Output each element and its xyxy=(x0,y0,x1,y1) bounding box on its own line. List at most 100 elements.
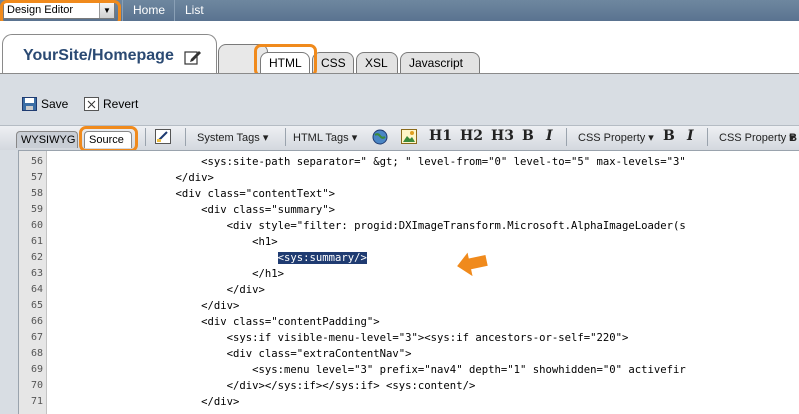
bold-button-2[interactable]: B xyxy=(663,128,675,144)
style-icon[interactable] xyxy=(155,129,171,144)
line-number: 64 xyxy=(30,284,43,295)
code-text-content: </h1> xyxy=(48,268,284,280)
toolbar-divider xyxy=(285,128,286,146)
nav-list[interactable]: List xyxy=(174,0,222,21)
code-text-content: <div style="filter: progid:DXImageTransf… xyxy=(48,220,686,232)
tab-html[interactable]: HTML xyxy=(260,52,310,74)
line-number: 70 xyxy=(30,380,43,391)
system-tags-label: System Tags xyxy=(197,132,260,144)
bold-button-3[interactable]: B xyxy=(789,130,797,146)
line-number: 59 xyxy=(30,204,43,215)
code-text-content: <div class="summary"> xyxy=(48,204,336,216)
line-number: 67 xyxy=(30,332,43,343)
code-line[interactable]: 59 <div class="summary"> xyxy=(19,202,799,218)
code-text: <sys:summary/> xyxy=(48,250,367,266)
image-icon[interactable] xyxy=(401,129,417,144)
italic-button[interactable]: I xyxy=(546,128,553,144)
code-text-content: <sys:site-path separator=" &gt; " level-… xyxy=(48,156,686,168)
left-strip xyxy=(0,150,18,413)
code-text-content: <h1> xyxy=(48,236,278,248)
tab-xsl[interactable]: XSL xyxy=(356,52,398,74)
heading1-button[interactable]: H1 xyxy=(429,128,452,144)
code-text-content: <sys:menu level="3" prefix="nav4" depth=… xyxy=(48,364,686,376)
line-number: 58 xyxy=(30,188,43,199)
edit-icon[interactable] xyxy=(184,49,202,65)
code-line[interactable]: 70 </div></sys:if></sys:if> <sys:content… xyxy=(19,378,799,394)
toolbar-divider xyxy=(566,128,567,146)
heading2-button[interactable]: H2 xyxy=(460,128,483,144)
code-text-content: </div> xyxy=(48,172,214,184)
code-line[interactable]: 61 <h1> xyxy=(19,234,799,250)
page-tab[interactable]: YourSite/Homepage xyxy=(2,34,217,74)
source-code-editor[interactable]: 56 <sys:site-path separator=" &gt; " lev… xyxy=(18,150,799,414)
save-button[interactable]: Save xyxy=(22,97,68,111)
tab-source[interactable]: Source xyxy=(84,131,132,148)
globe-icon[interactable] xyxy=(372,129,388,145)
code-line[interactable]: 65 </div> xyxy=(19,298,799,314)
code-line[interactable]: 62 <sys:summary/> xyxy=(19,250,799,266)
html-tags-dropdown[interactable]: HTML Tags ▾ xyxy=(293,130,357,146)
code-text: <div class="summary"> xyxy=(48,202,335,218)
code-line[interactable]: 66 <div class="contentPadding"> xyxy=(19,314,799,330)
code-text-content: </div></sys:if></sys:if> <sys:content/> xyxy=(48,380,476,392)
code-text: <sys:site-path separator=" &gt; " level-… xyxy=(48,154,686,170)
nav-home[interactable]: Home xyxy=(122,0,174,21)
revert-icon xyxy=(84,97,99,111)
save-label: Save xyxy=(41,97,69,111)
code-text: </div> xyxy=(48,394,239,410)
code-text-content xyxy=(48,252,278,264)
line-number: 63 xyxy=(30,268,43,279)
toolbar-divider xyxy=(145,128,146,146)
italic-button-2[interactable]: I xyxy=(687,128,694,144)
code-line[interactable]: 58 <div class="contentText"> xyxy=(19,186,799,202)
code-text: <div style="filter: progid:DXImageTransf… xyxy=(48,218,686,234)
code-text: </h1> xyxy=(48,266,284,282)
code-text-content: <div class="contentPadding"> xyxy=(48,316,380,328)
tab-wysiwyg[interactable]: WYSIWYG xyxy=(16,131,78,148)
line-number: 60 xyxy=(30,220,43,231)
selected-code[interactable]: <sys:summary/> xyxy=(277,252,367,264)
code-line[interactable]: 63 </h1> xyxy=(19,266,799,282)
code-text-content: <div class="contentText"> xyxy=(48,188,336,200)
bold-button[interactable]: B xyxy=(522,128,534,144)
tab-javascript[interactable]: Javascript xyxy=(400,52,480,74)
revert-button[interactable]: Revert xyxy=(84,97,138,111)
code-line[interactable]: 57 </div> xyxy=(19,170,799,186)
code-line[interactable]: 69 <sys:menu level="3" prefix="nav4" dep… xyxy=(19,362,799,378)
code-text-content: <sys:if visible-menu-level="3"><sys:if a… xyxy=(48,332,629,344)
line-number: 65 xyxy=(30,300,43,311)
code-text: <div class="contentText"> xyxy=(48,186,335,202)
code-text: </div> xyxy=(48,298,239,314)
line-number: 57 xyxy=(30,172,43,183)
css-property-dropdown-2[interactable]: CSS Property ▾ xyxy=(719,130,795,146)
code-line[interactable]: 71 </div> xyxy=(19,394,799,410)
code-text: <sys:menu level="3" prefix="nav4" depth=… xyxy=(48,362,686,378)
mode-select-value: Design Editor xyxy=(7,4,74,16)
code-line[interactable]: 64 </div> xyxy=(19,282,799,298)
code-line[interactable]: 56 <sys:site-path separator=" &gt; " lev… xyxy=(19,154,799,170)
code-text-content: <div class="extraContentNav"> xyxy=(48,348,412,360)
code-text-content: </div> xyxy=(48,300,240,312)
code-text-content: </div> xyxy=(48,284,265,296)
line-number: 62 xyxy=(30,252,43,263)
chevron-down-icon[interactable]: ▼ xyxy=(99,3,114,18)
page-title: YourSite/Homepage xyxy=(23,47,174,64)
code-line[interactable]: 67 <sys:if visible-menu-level="3"><sys:i… xyxy=(19,330,799,346)
css-property-label: CSS Property xyxy=(578,132,646,144)
code-text: <h1> xyxy=(48,234,278,250)
tab-css[interactable]: CSS xyxy=(312,52,354,74)
top-bar xyxy=(0,0,799,21)
code-text: <div class="contentPadding"> xyxy=(48,314,380,330)
line-number: 69 xyxy=(30,364,43,375)
line-number: 66 xyxy=(30,316,43,327)
code-line[interactable]: 60 <div style="filter: progid:DXImageTra… xyxy=(19,218,799,234)
css-property-dropdown[interactable]: CSS Property ▾ xyxy=(578,130,654,146)
toolbar-divider xyxy=(185,128,186,146)
mode-select[interactable]: Design Editor ▼ xyxy=(3,2,115,19)
code-text: </div> xyxy=(48,282,265,298)
system-tags-dropdown[interactable]: System Tags ▾ xyxy=(197,130,268,146)
line-number: 61 xyxy=(30,236,43,247)
heading3-button[interactable]: H3 xyxy=(491,128,514,144)
code-text: </div> xyxy=(48,170,214,186)
code-line[interactable]: 68 <div class="extraContentNav"> xyxy=(19,346,799,362)
